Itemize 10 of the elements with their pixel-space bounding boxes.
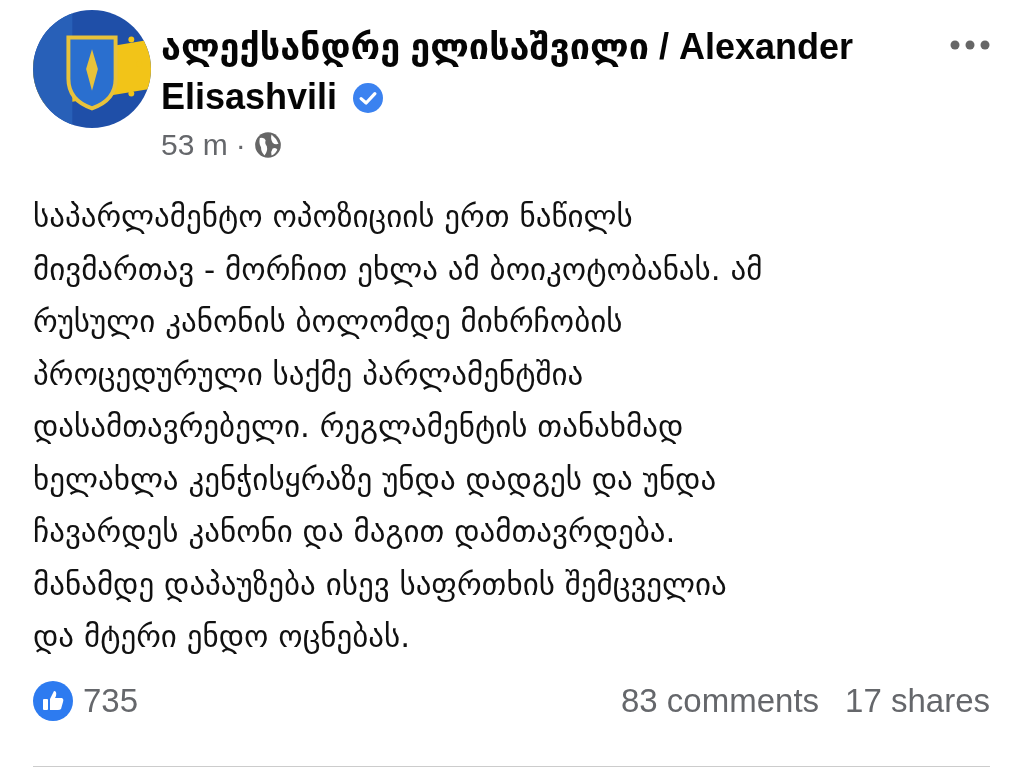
like-count[interactable]: 735	[83, 681, 139, 720]
more-options-icon[interactable]	[950, 40, 990, 50]
shares-count[interactable]: 17 shares	[845, 681, 990, 720]
post-time[interactable]: 53 m	[161, 128, 228, 162]
author-name[interactable]: ალექსანდრე ელისაშვილი / Alexander Elisashvili	[161, 22, 921, 122]
separator: ·	[235, 128, 246, 162]
comments-count[interactable]: 83 comments	[620, 681, 820, 720]
thumbs-up-icon[interactable]	[33, 680, 73, 721]
post-text: საპარლამენტო ოპოზიციის ერთ ნაწილს მივმართავ - მორჩით ეხლა ამ ბოიკოტობანას. ამ რუსული კანონის ბოლომდე მიხრჩობის პროცედურული საქმე პარლამენტშია დასამთავრებელი. რეგლამენტის თანახმად ხელახლა კენჭისყრაზე უნდა დადგეს და უნდა ჩავარდეს კანონი და მაგით დამთავრდება. მანამდე დაპაუზება ისევ საფრთხის შემცველია და მტერი ენდო ოცნებას.	[33, 197, 764, 656]
globe-icon	[253, 131, 282, 159]
